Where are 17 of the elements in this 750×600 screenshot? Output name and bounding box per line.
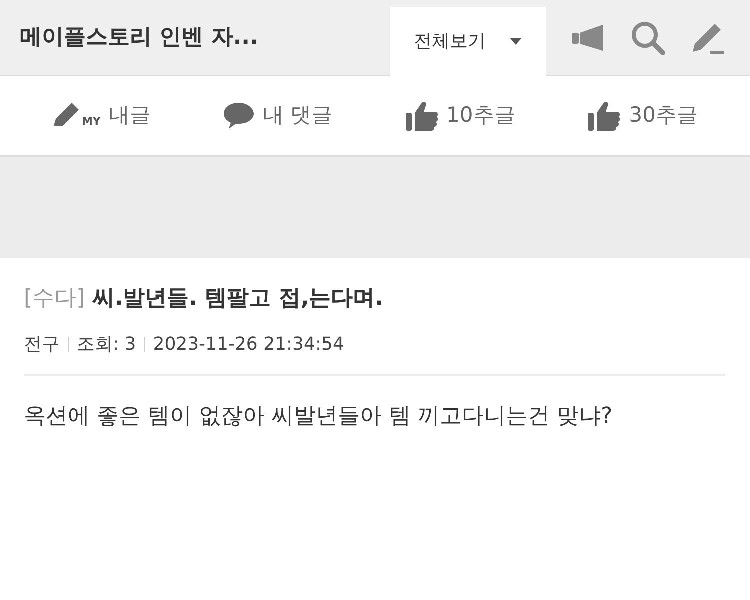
nav-tab[interactable]: MY 내글	[46, 98, 157, 132]
post-body: 옥션에 좋은 템이 없잖아 씨발년들아 템 끼고다니는건 맞냐?	[24, 403, 614, 431]
nav-tab[interactable]: 10추글	[398, 98, 522, 132]
thumbs-up-icon	[404, 100, 439, 132]
speech-bubble-icon	[222, 102, 255, 130]
post-date: 2023-11-26 21:34:54	[153, 333, 344, 357]
post-title: [수다] 씨.발년들. 템팔고 접,는다며.	[24, 285, 385, 313]
nav-tab[interactable]: 내 댓글	[216, 98, 339, 132]
nav-tab[interactable]: 30추글	[581, 98, 704, 132]
author-name: 전구	[24, 333, 60, 357]
board-title: 메이플스토리 인벤 자...	[19, 24, 260, 52]
view-count: 조회: 3	[77, 333, 136, 357]
search-icon[interactable]	[630, 20, 666, 56]
thumbs-up-icon	[587, 100, 622, 132]
view-all-dropdown[interactable]: 전체보기	[390, 7, 546, 76]
caret-icon	[510, 38, 522, 46]
my-label: MY	[82, 114, 101, 130]
